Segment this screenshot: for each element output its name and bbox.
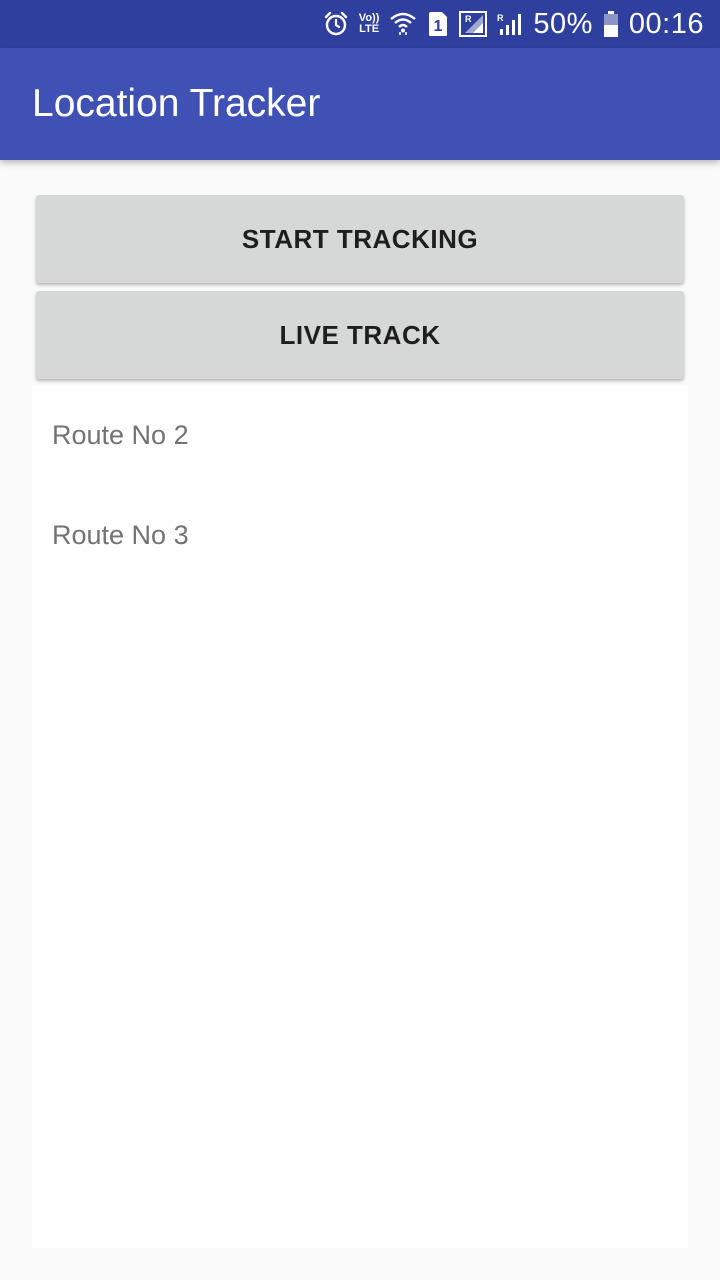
volte-bottom-text: LTE bbox=[359, 23, 380, 35]
wifi-icon bbox=[389, 9, 417, 39]
status-bar: Vo)) LTE 1 R R 50% 00:16 bbox=[0, 0, 720, 48]
signal-roaming-icon: R bbox=[459, 9, 488, 39]
route-list-item[interactable]: Route No 2 bbox=[52, 420, 189, 451]
signal-roaming-icon-2: R bbox=[497, 9, 523, 39]
clock-time: 00:16 bbox=[628, 7, 704, 40]
alarm-icon bbox=[323, 9, 349, 39]
route-list: Route No 2 Route No 3 bbox=[32, 386, 688, 1248]
battery-icon bbox=[603, 9, 619, 39]
svg-text:R: R bbox=[497, 13, 504, 23]
app-bar: Location Tracker bbox=[0, 48, 720, 160]
battery-percent: 50% bbox=[533, 7, 593, 40]
route-list-item[interactable]: Route No 3 bbox=[52, 520, 189, 551]
svg-text:R: R bbox=[465, 14, 472, 24]
start-tracking-button[interactable]: START TRACKING bbox=[36, 195, 684, 283]
sim-1-icon: 1 bbox=[427, 9, 449, 39]
volte-icon: Vo)) LTE bbox=[359, 9, 380, 39]
sim-number: 1 bbox=[434, 18, 443, 35]
app-title: Location Tracker bbox=[32, 82, 321, 125]
live-track-button[interactable]: LIVE TRACK bbox=[36, 291, 684, 379]
